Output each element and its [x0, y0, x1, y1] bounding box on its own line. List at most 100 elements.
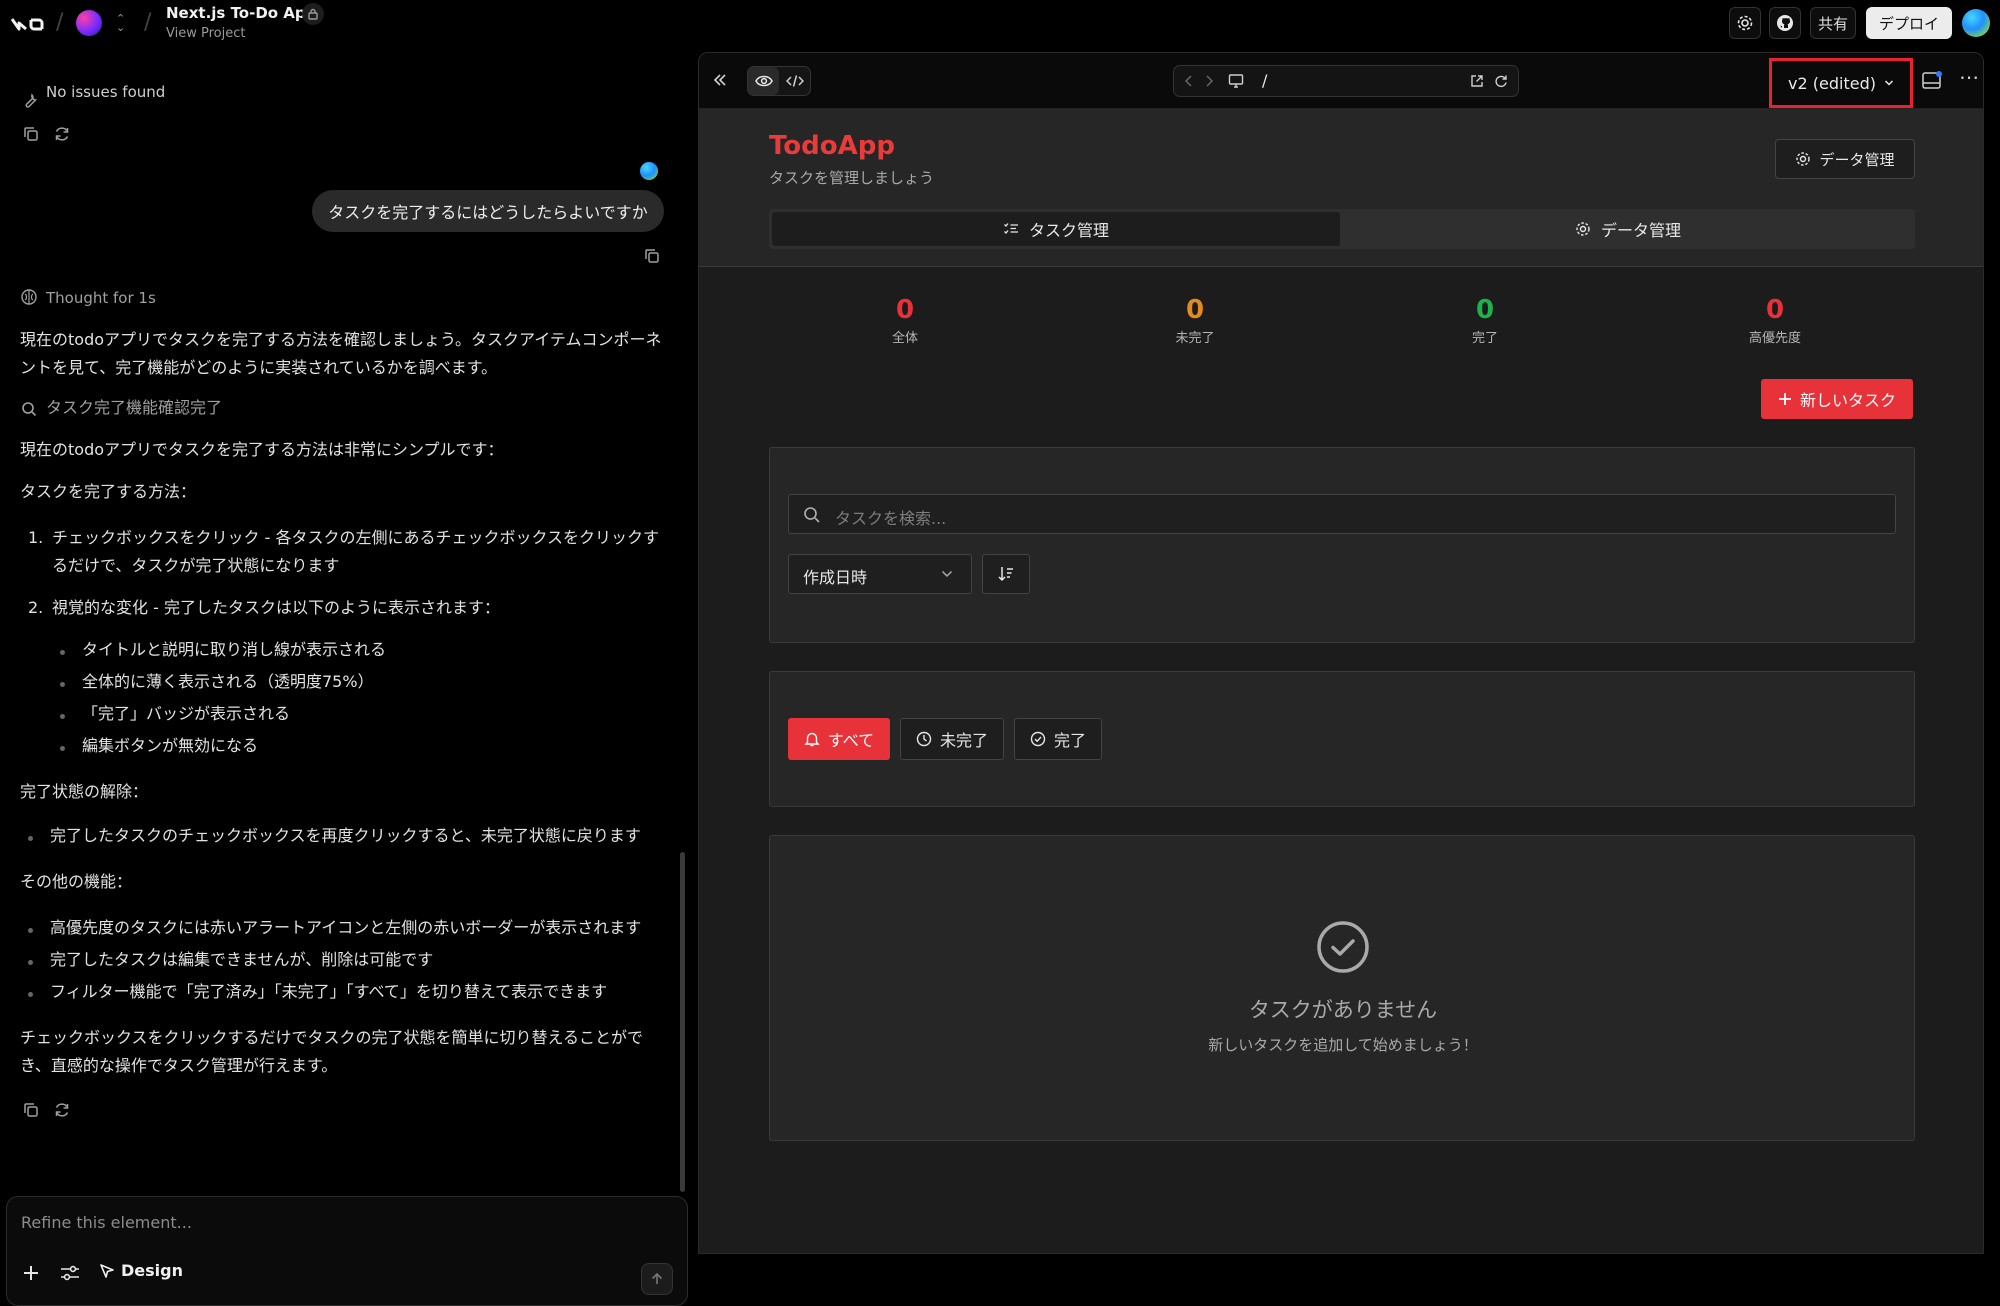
filter-label: すべて	[827, 731, 875, 750]
chevron-down-icon	[1884, 79, 1894, 87]
stat-label: 高優先度	[1748, 331, 1801, 346]
refresh-icon[interactable]	[52, 124, 72, 144]
collapse-icon[interactable]	[711, 71, 729, 89]
list-item: 高優先度のタスクには赤いアラートアイコンと左側の赤いボーダーが表示されます	[50, 918, 642, 937]
bullet	[28, 928, 33, 933]
thought-label[interactable]: Thought for 1s	[46, 284, 156, 312]
filter-completed-button[interactable]: 完了	[1014, 718, 1102, 760]
sort-select-value: 作成日時	[803, 568, 868, 587]
settings-button[interactable]	[1729, 7, 1761, 39]
tab-data-management[interactable]: データ管理	[1344, 212, 1912, 246]
chat-scrollbar[interactable]	[680, 852, 685, 1192]
filter-pending-button[interactable]: 未完了	[900, 718, 1004, 760]
copy-icon[interactable]	[642, 246, 662, 266]
chevron-down-icon	[941, 570, 953, 578]
tab-task-management[interactable]: タスク管理	[772, 212, 1340, 246]
code-icon[interactable]	[779, 67, 810, 95]
stat-value: 0	[1475, 295, 1495, 325]
team-avatar[interactable]	[76, 10, 102, 36]
intro-text-line-2: ントを見て、完了機能がどのように実装されているかを調べます。	[20, 358, 498, 377]
send-button[interactable]	[641, 1263, 673, 1295]
monitor-icon[interactable]	[1228, 73, 1244, 89]
breadcrumb-separator: /	[144, 10, 152, 35]
more-options-icon[interactable]: ⋯	[1959, 65, 1980, 89]
filter-card: すべて 未完了 完了	[769, 671, 1915, 807]
user-avatar[interactable]	[1962, 9, 1990, 37]
user-message: タスクを完了するにはどうしたらよいですか	[312, 190, 664, 232]
v0-logo-icon[interactable]	[10, 12, 46, 36]
back-icon[interactable]	[1184, 74, 1194, 88]
gear-icon	[1795, 151, 1811, 167]
top-bar: / ⌃ ⌄ / Next.js To-Do App View Project 共有…	[0, 0, 2000, 52]
gear-icon	[1575, 221, 1591, 237]
step-2: 視覚的な変化 - 完了したタスクは以下のように表示されます：	[52, 598, 500, 617]
github-icon	[1776, 14, 1794, 32]
share-button[interactable]: 共有	[1810, 7, 1856, 39]
user-avatar-small	[640, 162, 658, 180]
task-list-empty-state: タスクがありません 新しいタスクを追加して始めましょう！	[769, 835, 1915, 1141]
plus-icon	[1778, 392, 1792, 406]
copy-icon[interactable]	[21, 124, 41, 144]
sort-select[interactable]: 作成日時	[788, 554, 972, 594]
stat-total: 0 全体	[805, 295, 1005, 346]
stat-value: 0	[1765, 295, 1785, 325]
list-item: 「完了」バッジが表示される	[82, 704, 291, 723]
reload-icon[interactable]	[1494, 74, 1508, 88]
refresh-icon[interactable]	[52, 1100, 72, 1120]
chat-panel: No issues found タスクを完了するにはどうしたらよいですか Tho…	[0, 52, 690, 1306]
chat-composer[interactable]: Refine this element... Design	[6, 1196, 688, 1306]
composer-input[interactable]: Refine this element...	[21, 1213, 192, 1232]
list-item: 全体的に薄く表示される（透明度75%）	[82, 672, 374, 691]
app-header: TodoApp タスクを管理しましょう データ管理 タスク管理 データ管理	[699, 109, 1983, 267]
stat-completed: 0 完了	[1385, 295, 1585, 346]
plus-icon[interactable]	[21, 1263, 41, 1283]
stat-value: 0	[895, 295, 915, 325]
answer-intro: 現在のtodoアプリでタスクを完了する方法は非常にシンプルです：	[20, 440, 504, 459]
data-management-button[interactable]: データ管理	[1775, 139, 1915, 179]
design-mode-button[interactable]: Design	[99, 1261, 183, 1280]
tab-label: データ管理	[1600, 221, 1681, 240]
filter-label: 未完了	[939, 731, 988, 750]
bullet	[28, 960, 33, 965]
bullet	[28, 992, 33, 997]
project-title[interactable]: Next.js To-Do App	[166, 4, 316, 22]
filter-all-button[interactable]: すべて	[788, 718, 890, 760]
design-label: Design	[121, 1261, 183, 1280]
other-heading: その他の機能：	[20, 872, 133, 891]
url-bar[interactable]: /	[1173, 65, 1519, 97]
list-check-icon	[1003, 221, 1019, 237]
brain-icon	[19, 287, 39, 307]
view-toggle	[747, 66, 811, 96]
bell-icon	[804, 731, 820, 747]
external-link-icon[interactable]	[1470, 74, 1484, 88]
search-input[interactable]: タスクを検索...	[788, 494, 1896, 534]
search-step[interactable]: タスク完了機能確認完了	[46, 394, 222, 422]
version-label: v2 (edited)	[1788, 73, 1876, 93]
search-card: タスクを検索... 作成日時	[769, 447, 1915, 643]
chevron-up-down-icon[interactable]: ⌃ ⌄	[116, 13, 125, 33]
copy-icon[interactable]	[21, 1100, 41, 1120]
app-subtitle: タスクを管理しましょう	[769, 169, 935, 187]
panel-icon[interactable]	[1921, 70, 1943, 92]
conclusion-line-2: き、直感的な操作でタスク管理が行えます。	[20, 1056, 338, 1075]
bullet	[60, 746, 65, 751]
view-project-link[interactable]: View Project	[166, 26, 245, 41]
eye-icon[interactable]	[748, 67, 779, 95]
version-selector[interactable]: v2 (edited)	[1769, 58, 1913, 108]
bullet	[60, 714, 65, 719]
list-item: 編集ボタンが無効になる	[82, 736, 259, 755]
how-heading: タスクを完了する方法：	[20, 482, 197, 501]
issues-status: No issues found	[46, 83, 166, 101]
new-task-button[interactable]: 新しいタスク	[1761, 379, 1913, 419]
preview-toolbar: / v2 (edited) ⋯	[699, 53, 1983, 109]
stat-label: 完了	[1471, 331, 1498, 346]
empty-state-title: タスクがありません	[1248, 998, 1438, 1022]
sliders-icon[interactable]	[59, 1263, 81, 1283]
forward-icon[interactable]	[1204, 74, 1214, 88]
github-button[interactable]	[1769, 7, 1801, 39]
bullet	[60, 650, 65, 655]
url-path[interactable]: /	[1262, 71, 1267, 90]
sort-order-button[interactable]	[982, 554, 1030, 594]
stat-pending: 0 未完了	[1095, 295, 1295, 346]
deploy-button[interactable]: デプロイ	[1866, 7, 1952, 39]
